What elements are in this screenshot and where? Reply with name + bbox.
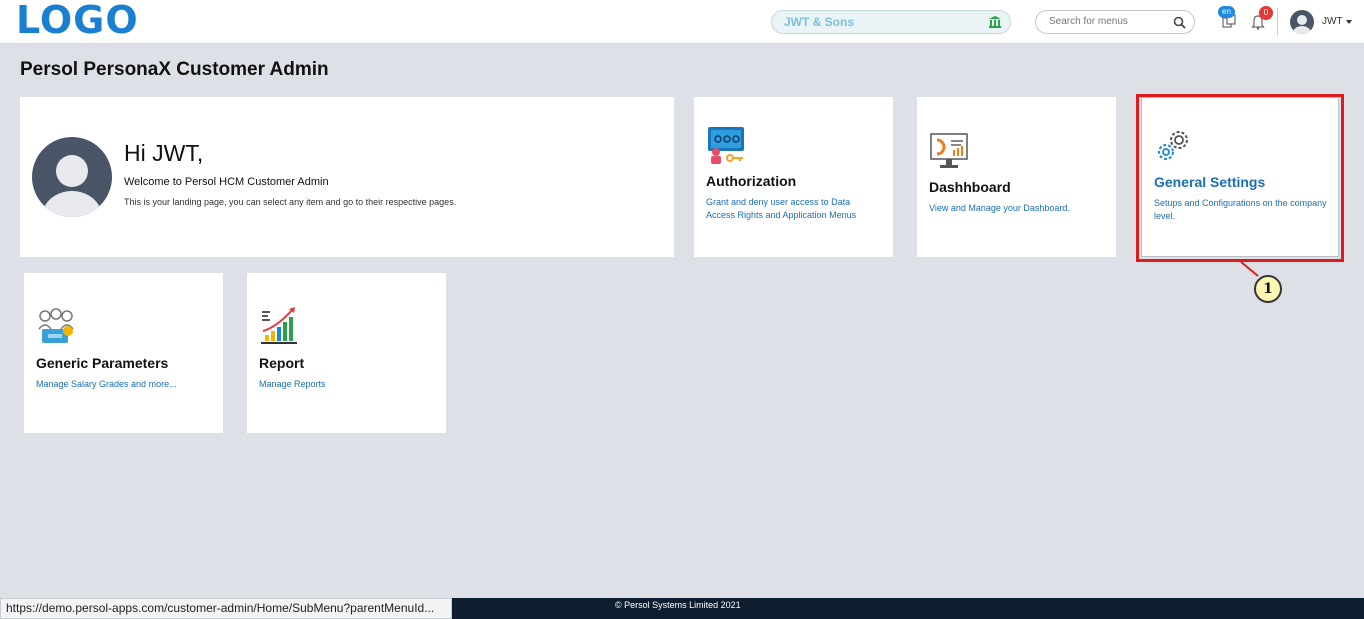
welcome-card: Hi JWT, Welcome to Persol HCM Customer A… — [20, 97, 674, 257]
user-avatar[interactable] — [1290, 10, 1314, 34]
company-selector[interactable]: JWT & Sons — [771, 10, 1011, 34]
search-icon[interactable] — [1173, 16, 1186, 29]
chevron-down-icon[interactable] — [1346, 20, 1352, 24]
notification-badge: 0 — [1259, 6, 1273, 20]
tile-description: View and Manage your Dashboard. — [929, 203, 1070, 213]
tile-description: Manage Reports — [259, 379, 326, 389]
page-title: Persol PersonaX Customer Admin — [20, 59, 329, 80]
welcome-subtitle: Welcome to Persol HCM Customer Admin — [124, 176, 329, 188]
highlight-box — [1136, 94, 1344, 262]
user-name[interactable]: JWT — [1322, 16, 1343, 27]
language-badge: en — [1218, 6, 1235, 18]
greeting: Hi JWT, — [124, 140, 204, 166]
report-chart-icon — [261, 307, 297, 344]
browser-status-url: https://demo.persol-apps.com/customer-ad… — [0, 598, 452, 619]
tile-title: Dashhboard — [929, 179, 1011, 195]
profile-avatar — [32, 137, 112, 217]
search-input[interactable]: Search for menus — [1035, 10, 1195, 34]
tile-report[interactable]: Report Manage Reports — [247, 273, 446, 433]
top-bar: LOGO JWT & Sons Search for menus en 0 JW… — [0, 0, 1364, 44]
tile-generic-parameters[interactable]: Generic Parameters Manage Salary Grades … — [24, 273, 223, 433]
tile-authorization[interactable]: Authorization Grant and deny user access… — [694, 97, 893, 257]
dashboard-icon — [930, 133, 968, 168]
company-name: JWT & Sons — [784, 15, 855, 29]
tile-description: Manage Salary Grades and more... — [36, 379, 177, 389]
tile-title: Authorization — [706, 173, 797, 189]
copyright: © Persol Systems Limited 2021 — [615, 600, 741, 610]
user-silhouette-icon — [42, 155, 102, 217]
tile-dashboard[interactable]: Dashhboard View and Manage your Dashboar… — [917, 97, 1116, 257]
search-placeholder: Search for menus — [1049, 16, 1128, 27]
header-divider — [1277, 8, 1278, 36]
welcome-description: This is your landing page, you can selec… — [124, 197, 457, 207]
tile-description: Grant and deny user access to Data Acces… — [706, 197, 857, 220]
user-silhouette-icon — [1293, 15, 1311, 34]
bank-icon — [989, 16, 1001, 28]
callout-marker: 1 — [1254, 275, 1282, 303]
parameters-people-icon — [38, 308, 74, 343]
logo[interactable]: LOGO — [16, 0, 139, 42]
authorization-icon — [708, 127, 744, 164]
tile-title: Generic Parameters — [36, 355, 169, 371]
tile-title: Report — [259, 355, 305, 371]
